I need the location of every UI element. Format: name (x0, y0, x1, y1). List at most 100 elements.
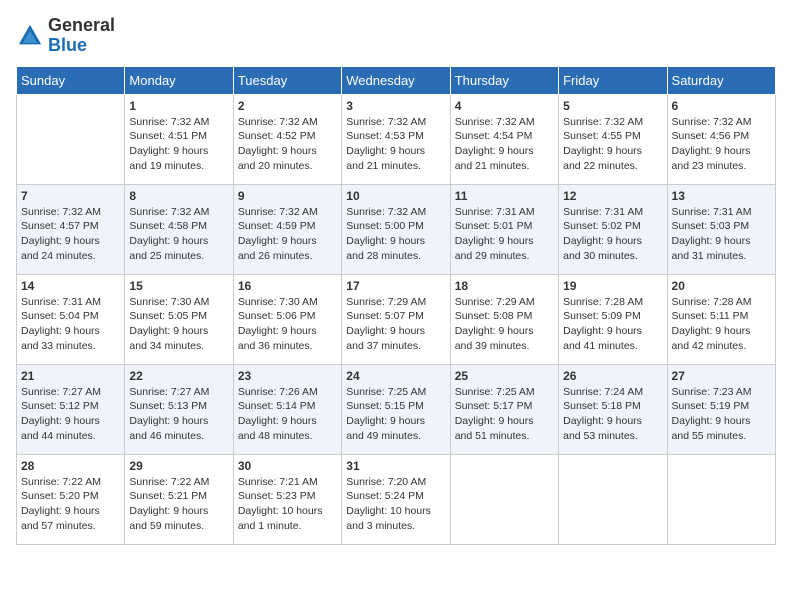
day-cell: 2 Sunrise: 7:32 AM Sunset: 4:52 PM Daylig… (233, 94, 341, 184)
day-number: 13 (672, 189, 771, 203)
day-number: 23 (238, 369, 337, 383)
week-row-5: 28 Sunrise: 7:22 AM Sunset: 5:20 PM Dayli… (17, 454, 776, 544)
day-number: 30 (238, 459, 337, 473)
day-info: Sunrise: 7:26 AM Sunset: 5:14 PM Dayligh… (238, 385, 337, 444)
day-cell (17, 94, 125, 184)
day-info: Sunrise: 7:31 AM Sunset: 5:01 PM Dayligh… (455, 205, 554, 264)
day-cell (450, 454, 558, 544)
day-cell: 5Sunrise: 7:32 AM Sunset: 4:55 PM Daylig… (559, 94, 667, 184)
day-number: 3 (346, 99, 445, 113)
day-info: Sunrise: 7:28 AM Sunset: 5:11 PM Dayligh… (672, 295, 771, 354)
week-row-2: 7 Sunrise: 7:32 AM Sunset: 4:57 PM Daylig… (17, 184, 776, 274)
day-info: Sunrise: 7:32 AM Sunset: 4:53 PM Dayligh… (346, 115, 445, 174)
day-cell (559, 454, 667, 544)
day-cell: 13 Sunrise: 7:31 AM Sunset: 5:03 PM Dayli… (667, 184, 775, 274)
day-info: Sunrise: 7:32 AM Sunset: 4:57 PM Dayligh… (21, 205, 120, 264)
day-cell: 7 Sunrise: 7:32 AM Sunset: 4:57 PM Daylig… (17, 184, 125, 274)
day-info: Sunrise: 7:21 AM Sunset: 5:23 PM Dayligh… (238, 475, 337, 534)
day-info: Sunrise: 7:32 AM Sunset: 4:56 PM Dayligh… (672, 115, 771, 174)
day-number: 7 (21, 189, 120, 203)
day-number: 11 (455, 189, 554, 203)
day-info: Sunrise: 7:31 AM Sunset: 5:02 PM Dayligh… (563, 205, 662, 264)
day-cell: 9 Sunrise: 7:32 AM Sunset: 4:59 PM Daylig… (233, 184, 341, 274)
day-info: Sunrise: 7:24 AM Sunset: 5:18 PM Dayligh… (563, 385, 662, 444)
day-number: 20 (672, 279, 771, 293)
day-number: 19 (563, 279, 662, 293)
day-number: 18 (455, 279, 554, 293)
day-number: 28 (21, 459, 120, 473)
day-cell: 12 Sunrise: 7:31 AM Sunset: 5:02 PM Dayli… (559, 184, 667, 274)
day-cell: 4 Sunrise: 7:32 AM Sunset: 4:54 PM Daylig… (450, 94, 558, 184)
day-cell: 22 Sunrise: 7:27 AM Sunset: 5:13 PM Dayli… (125, 364, 233, 454)
header-cell-monday: Monday (125, 66, 233, 94)
day-cell: 19 Sunrise: 7:28 AM Sunset: 5:09 PM Dayli… (559, 274, 667, 364)
day-cell: 15Sunrise: 7:30 AM Sunset: 5:05 PM Dayli… (125, 274, 233, 364)
day-info: Sunrise: 7:30 AM Sunset: 5:05 PM Dayligh… (129, 295, 228, 354)
day-info: Sunrise: 7:22 AM Sunset: 5:20 PM Dayligh… (21, 475, 120, 534)
day-info: Sunrise: 7:23 AM Sunset: 5:19 PM Dayligh… (672, 385, 771, 444)
day-number: 14 (21, 279, 120, 293)
day-number: 4 (455, 99, 554, 113)
day-info: Sunrise: 7:32 AM Sunset: 4:58 PM Dayligh… (129, 205, 228, 264)
page-header: General Blue (16, 16, 776, 56)
day-info: Sunrise: 7:30 AM Sunset: 5:06 PM Dayligh… (238, 295, 337, 354)
logo-text: General Blue (48, 16, 115, 56)
day-number: 17 (346, 279, 445, 293)
calendar-header: SundayMondayTuesdayWednesdayThursdayFrid… (17, 66, 776, 94)
day-info: Sunrise: 7:20 AM Sunset: 5:24 PM Dayligh… (346, 475, 445, 534)
day-number: 10 (346, 189, 445, 203)
week-row-4: 21Sunrise: 7:27 AM Sunset: 5:12 PM Dayli… (17, 364, 776, 454)
logo-icon (16, 22, 44, 50)
day-info: Sunrise: 7:32 AM Sunset: 4:51 PM Dayligh… (129, 115, 228, 174)
header-cell-thursday: Thursday (450, 66, 558, 94)
header-cell-tuesday: Tuesday (233, 66, 341, 94)
day-cell: 24 Sunrise: 7:25 AM Sunset: 5:15 PM Dayli… (342, 364, 450, 454)
day-cell: 31 Sunrise: 7:20 AM Sunset: 5:24 PM Dayli… (342, 454, 450, 544)
day-info: Sunrise: 7:25 AM Sunset: 5:15 PM Dayligh… (346, 385, 445, 444)
day-number: 5 (563, 99, 662, 113)
logo: General Blue (16, 16, 115, 56)
day-cell: 20 Sunrise: 7:28 AM Sunset: 5:11 PM Dayli… (667, 274, 775, 364)
header-cell-sunday: Sunday (17, 66, 125, 94)
day-number: 27 (672, 369, 771, 383)
day-number: 22 (129, 369, 228, 383)
day-cell: 14Sunrise: 7:31 AM Sunset: 5:04 PM Dayli… (17, 274, 125, 364)
day-info: Sunrise: 7:27 AM Sunset: 5:13 PM Dayligh… (129, 385, 228, 444)
day-info: Sunrise: 7:29 AM Sunset: 5:07 PM Dayligh… (346, 295, 445, 354)
header-cell-friday: Friday (559, 66, 667, 94)
day-info: Sunrise: 7:22 AM Sunset: 5:21 PM Dayligh… (129, 475, 228, 534)
day-cell: 6 Sunrise: 7:32 AM Sunset: 4:56 PM Daylig… (667, 94, 775, 184)
day-info: Sunrise: 7:25 AM Sunset: 5:17 PM Dayligh… (455, 385, 554, 444)
day-cell: 16 Sunrise: 7:30 AM Sunset: 5:06 PM Dayli… (233, 274, 341, 364)
day-cell: 28 Sunrise: 7:22 AM Sunset: 5:20 PM Dayli… (17, 454, 125, 544)
day-info: Sunrise: 7:28 AM Sunset: 5:09 PM Dayligh… (563, 295, 662, 354)
day-number: 2 (238, 99, 337, 113)
header-row: SundayMondayTuesdayWednesdayThursdayFrid… (17, 66, 776, 94)
day-cell: 18Sunrise: 7:29 AM Sunset: 5:08 PM Dayli… (450, 274, 558, 364)
day-number: 12 (563, 189, 662, 203)
day-number: 26 (563, 369, 662, 383)
week-row-3: 14Sunrise: 7:31 AM Sunset: 5:04 PM Dayli… (17, 274, 776, 364)
day-info: Sunrise: 7:32 AM Sunset: 4:59 PM Dayligh… (238, 205, 337, 264)
day-number: 8 (129, 189, 228, 203)
day-cell: 21Sunrise: 7:27 AM Sunset: 5:12 PM Dayli… (17, 364, 125, 454)
day-number: 16 (238, 279, 337, 293)
day-cell: 17 Sunrise: 7:29 AM Sunset: 5:07 PM Dayli… (342, 274, 450, 364)
day-info: Sunrise: 7:32 AM Sunset: 4:54 PM Dayligh… (455, 115, 554, 174)
day-info: Sunrise: 7:32 AM Sunset: 4:52 PM Dayligh… (238, 115, 337, 174)
day-cell: 8 Sunrise: 7:32 AM Sunset: 4:58 PM Daylig… (125, 184, 233, 274)
day-cell: 11 Sunrise: 7:31 AM Sunset: 5:01 PM Dayli… (450, 184, 558, 274)
day-info: Sunrise: 7:31 AM Sunset: 5:03 PM Dayligh… (672, 205, 771, 264)
day-number: 24 (346, 369, 445, 383)
day-number: 6 (672, 99, 771, 113)
day-cell: 23 Sunrise: 7:26 AM Sunset: 5:14 PM Dayli… (233, 364, 341, 454)
header-cell-saturday: Saturday (667, 66, 775, 94)
day-cell: 1Sunrise: 7:32 AM Sunset: 4:51 PM Daylig… (125, 94, 233, 184)
day-number: 31 (346, 459, 445, 473)
week-row-1: 1Sunrise: 7:32 AM Sunset: 4:51 PM Daylig… (17, 94, 776, 184)
day-info: Sunrise: 7:32 AM Sunset: 5:00 PM Dayligh… (346, 205, 445, 264)
day-cell: 29Sunrise: 7:22 AM Sunset: 5:21 PM Dayli… (125, 454, 233, 544)
day-cell: 25Sunrise: 7:25 AM Sunset: 5:17 PM Dayli… (450, 364, 558, 454)
header-cell-wednesday: Wednesday (342, 66, 450, 94)
day-number: 9 (238, 189, 337, 203)
